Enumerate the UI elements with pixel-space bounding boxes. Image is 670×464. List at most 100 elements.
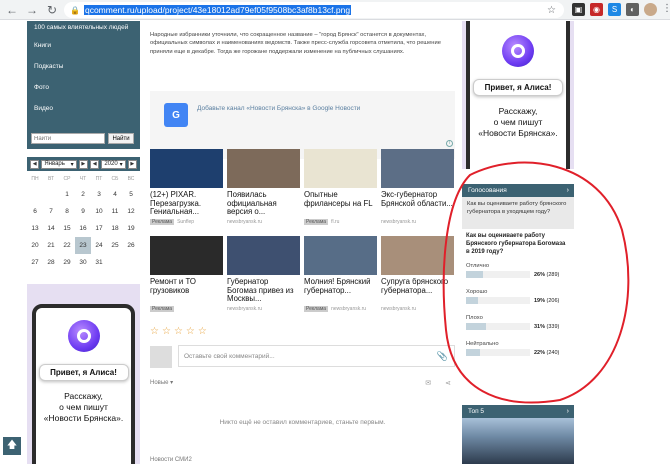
ad-image[interactable]: [227, 149, 300, 188]
back-icon[interactable]: ←: [4, 2, 20, 18]
share-icon[interactable]: ⋖: [445, 379, 451, 387]
calendar-day[interactable]: 21: [43, 237, 59, 254]
calendar-day[interactable]: 13: [27, 220, 43, 237]
ad-image[interactable]: [150, 149, 223, 188]
ad-card[interactable]: Молния! Брянский губернатор... Реклама new…: [304, 236, 377, 312]
ad-image[interactable]: [304, 236, 377, 275]
alice-ad-right[interactable]: Привет, я Алиса! Расскажу, о чем пишут «…: [462, 21, 574, 169]
calendar-day[interactable]: 11: [107, 203, 123, 220]
calendar-day[interactable]: 23: [75, 237, 91, 254]
ad-card[interactable]: Опытные фрилансеры на FL Реклама fl.ru: [304, 149, 377, 225]
poll-header[interactable]: Голосования ›: [462, 184, 574, 197]
calendar-day[interactable]: 25: [107, 237, 123, 254]
poll-previous-question[interactable]: Как вы оцениваете работу брянского губер…: [462, 197, 574, 229]
ad-title[interactable]: Супруга брянского губернатора...: [381, 278, 454, 304]
extension-icon[interactable]: ▣: [572, 3, 585, 16]
year-select[interactable]: 2020 ▾: [101, 159, 126, 169]
calendar-day[interactable]: 6: [27, 203, 43, 220]
calendar-day[interactable]: 8: [59, 203, 75, 220]
star-icon[interactable]: ☆: [150, 326, 159, 337]
chevron-right-icon[interactable]: ›: [567, 184, 569, 197]
star-icon[interactable]: ☆: [198, 326, 207, 337]
calendar-day[interactable]: 30: [75, 254, 91, 271]
ad-image[interactable]: [304, 149, 377, 188]
calendar-day[interactable]: 18: [107, 220, 123, 237]
ad-card[interactable]: Ремонт и ТО грузовиков Реклама: [150, 236, 223, 312]
search-input[interactable]: [31, 133, 105, 144]
calendar-day[interactable]: 27: [27, 254, 43, 271]
calendar-day[interactable]: 10: [91, 203, 107, 220]
scroll-to-top-button[interactable]: 🡅: [3, 437, 21, 455]
calendar-day[interactable]: 31: [91, 254, 107, 271]
ad-title[interactable]: Появилась официальная версия о...: [227, 191, 300, 217]
bookmark-star-icon[interactable]: ☆: [547, 5, 556, 16]
ad-title[interactable]: Ремонт и ТО грузовиков: [150, 278, 223, 304]
month-select[interactable]: Январь ▾: [41, 159, 77, 169]
calendar-day[interactable]: 7: [43, 203, 59, 220]
comment-input[interactable]: Оставьте свой комментарий... 📎: [178, 345, 455, 367]
menu-dots-icon[interactable]: ⋮: [662, 3, 670, 16]
google-news-text[interactable]: Добавьте канал «Новости Брянска» в Googl…: [197, 105, 360, 112]
ad-card[interactable]: (12+) PIXAR. Перезагрузка. Гениальная...…: [150, 149, 223, 225]
calendar-day[interactable]: 28: [43, 254, 59, 271]
extension-icon[interactable]: S: [608, 3, 621, 16]
calendar-day[interactable]: 19: [123, 220, 139, 237]
extension-icon[interactable]: ◉: [590, 3, 603, 16]
ad-image[interactable]: [150, 236, 223, 275]
ad-image[interactable]: [227, 236, 300, 275]
sidebar-item-video[interactable]: Видео: [27, 98, 140, 119]
top5-image[interactable]: [462, 418, 574, 464]
prev-month-icon[interactable]: ◀: [30, 159, 40, 169]
address-bar[interactable]: 🔒 qcomment.ru/upload/project/43e18012ad7…: [64, 2, 564, 18]
top5-header[interactable]: Топ 5 ›: [462, 405, 574, 418]
calendar-day[interactable]: 2: [75, 186, 91, 203]
calendar-day[interactable]: 4: [107, 186, 123, 203]
search-button[interactable]: Найти: [108, 133, 134, 144]
reload-icon[interactable]: ↻: [44, 2, 60, 18]
calendar-day[interactable]: 24: [91, 237, 107, 254]
ad-title[interactable]: Экс-губернатор Брянской области...: [381, 191, 454, 217]
ad-card[interactable]: Экс-губернатор Брянской области... newsbr…: [381, 149, 454, 225]
ad-title[interactable]: Губернатор Богомаз привез из Москвы...: [227, 278, 300, 304]
calendar-day[interactable]: 22: [59, 237, 75, 254]
extension-icon[interactable]: ◐: [626, 3, 639, 16]
paperclip-icon[interactable]: 📎: [437, 351, 448, 362]
calendar-day[interactable]: 1: [59, 186, 75, 203]
calendar-day[interactable]: 20: [27, 237, 43, 254]
star-icon[interactable]: ☆: [174, 326, 183, 337]
ad-card[interactable]: Супруга брянского губернатора... newsbrya…: [381, 236, 454, 312]
alice-ad-left[interactable]: Привет, я Алиса! Расскажу, о чем пишут «…: [27, 284, 140, 464]
calendar-day[interactable]: 29: [59, 254, 75, 271]
sidebar-item-photo[interactable]: Фото: [27, 77, 140, 98]
url-text[interactable]: qcomment.ru/upload/project/43e18012ad79e…: [83, 5, 352, 15]
forward-icon[interactable]: →: [24, 2, 40, 18]
ad-title[interactable]: Опытные фрилансеры на FL: [304, 191, 377, 217]
mail-icon[interactable]: ✉: [425, 379, 431, 387]
next-year-icon[interactable]: ▶: [127, 159, 137, 169]
ad-image[interactable]: [381, 236, 454, 275]
calendar-day[interactable]: 12: [123, 203, 139, 220]
prev-year-icon[interactable]: ◀: [89, 159, 100, 169]
calendar-day[interactable]: 17: [91, 220, 107, 237]
calendar-day[interactable]: 26: [123, 237, 139, 254]
ad-title[interactable]: (12+) PIXAR. Перезагрузка. Гениальная...: [150, 191, 223, 217]
sidebar-item-books[interactable]: Книги: [27, 35, 140, 56]
sidebar-item-influential[interactable]: 100 самых влиятельных людей: [27, 21, 140, 35]
ad-title[interactable]: Молния! Брянский губернатор...: [304, 278, 377, 304]
ad-card[interactable]: Губернатор Богомаз привез из Москвы... ne…: [227, 236, 300, 312]
ad-image[interactable]: [381, 149, 454, 188]
sidebar-item-podcasts[interactable]: Подкасты: [27, 56, 140, 77]
next-month-icon[interactable]: ▶: [78, 159, 88, 169]
star-icon[interactable]: ☆: [162, 326, 171, 337]
star-icon[interactable]: ☆: [186, 326, 195, 337]
profile-avatar[interactable]: [644, 3, 657, 16]
calendar-day[interactable]: 9: [75, 203, 91, 220]
calendar-day[interactable]: 5: [123, 186, 139, 203]
ad-info-icon[interactable]: i: [446, 140, 453, 147]
chevron-right-icon[interactable]: ›: [567, 405, 569, 418]
calendar-day[interactable]: 3: [91, 186, 107, 203]
sort-select[interactable]: Новые ▾: [150, 380, 173, 386]
calendar-day[interactable]: 16: [75, 220, 91, 237]
calendar-day[interactable]: 14: [43, 220, 59, 237]
ad-card[interactable]: Появилась официальная версия о... newsbry…: [227, 149, 300, 225]
